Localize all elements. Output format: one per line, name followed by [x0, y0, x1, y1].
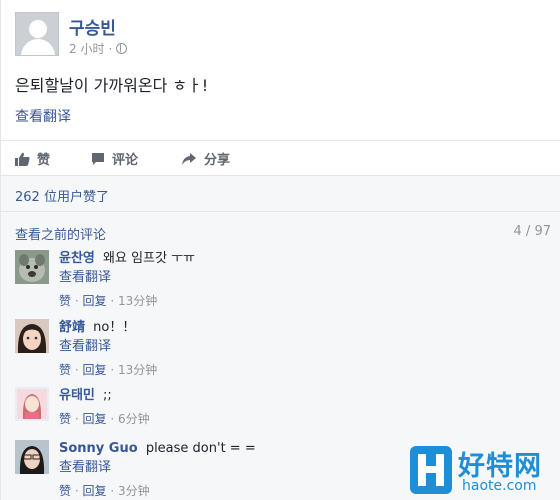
comment-button[interactable]: 评论 [91, 149, 138, 168]
girl-photo-avatar[interactable] [15, 440, 49, 474]
comment-item: 윤찬영 왜요 임프갓 ㅜㅠ 查看翻译 赞 · 回复 · 13分钟 [15, 250, 555, 320]
speech-bubble-icon [92, 152, 104, 165]
haote-logo-icon [410, 446, 452, 494]
post-action-bar: 赞 评论 分享 [1, 140, 560, 176]
comment-footer: 赞 · 回复 · 13分钟 [59, 292, 195, 310]
comment-like-link[interactable]: 赞 [59, 363, 71, 377]
likes-summary: 262 位用户赞了 [1, 176, 560, 212]
thumbs-up-icon [15, 152, 30, 166]
comment-text: no！！ [93, 320, 136, 335]
comment-author[interactable]: 舒靖 [59, 320, 85, 335]
footer-separator: · [110, 363, 115, 377]
comment-like-link[interactable]: 赞 [59, 294, 71, 308]
comment-text: ;; [103, 388, 112, 403]
comment-count: 4 / 97 [513, 224, 551, 239]
share-button-label: 分享 [204, 153, 231, 168]
like-button[interactable]: 赞 [15, 149, 50, 168]
girl-photo-avatar[interactable] [15, 319, 49, 353]
girl-illustration-avatar[interactable] [15, 387, 49, 421]
comment-item: 舒靖 no！！ 查看翻译 赞 · 回复 · 13分钟 [15, 319, 555, 389]
facebook-post: 구승빈 2 小时 · 은퇴할날이 가까워온다 ㅎㅏ! 查看翻译 赞 评论 分享 … [0, 0, 560, 500]
comment-time[interactable]: 13分钟 [118, 294, 157, 308]
like-button-label: 赞 [37, 153, 51, 168]
globe-icon[interactable] [116, 43, 128, 54]
post-meta: 2 小时 · [69, 40, 128, 57]
comment-reply-link[interactable]: 回复 [83, 363, 107, 377]
footer-separator: · [74, 294, 79, 308]
comment-time[interactable]: 6分钟 [118, 412, 150, 426]
share-arrow-icon [182, 152, 196, 165]
comment-author[interactable]: 유태민 [59, 388, 95, 403]
footer-separator: · [110, 412, 115, 426]
post-text: 은퇴할날이 가까워온다 ㅎㅏ! [15, 76, 209, 95]
comment-button-label: 评论 [112, 153, 139, 168]
comment-like-link[interactable]: 赞 [59, 484, 71, 498]
comment-footer: 赞 · 回复 · 13分钟 [59, 361, 157, 379]
comment-text: please don't = = [145, 441, 256, 456]
footer-separator: · [74, 363, 79, 377]
poster-name[interactable]: 구승빈 [69, 14, 116, 39]
share-button[interactable]: 分享 [181, 149, 230, 168]
comment-like-link[interactable]: 赞 [59, 412, 71, 426]
footer-separator: · [74, 412, 79, 426]
footer-separator: · [74, 484, 79, 498]
footer-separator: · [110, 484, 115, 498]
footer-separator: · [110, 294, 115, 308]
comment-reply-link[interactable]: 回复 [83, 484, 107, 498]
comment-see-translation[interactable]: 查看翻译 [59, 269, 195, 287]
comment-author[interactable]: 윤찬영 [59, 251, 95, 266]
likes-count-link[interactable]: 262 位用户赞了 [15, 186, 109, 205]
comment-see-translation[interactable]: 查看翻译 [59, 338, 157, 356]
post-time[interactable]: 2 小时 [69, 40, 104, 57]
dog-photo-avatar[interactable] [15, 250, 49, 284]
meta-separator: · [108, 41, 113, 56]
comment-time[interactable]: 13分钟 [118, 363, 157, 377]
see-translation-link[interactable]: 查看翻译 [15, 106, 71, 126]
comment-author[interactable]: Sonny Guo [59, 441, 138, 456]
poster-avatar[interactable] [15, 12, 59, 56]
watermark-logo: 好特网 haote.com [410, 444, 560, 500]
watermark-en-text: haote.com [462, 478, 537, 494]
comment-footer: 赞 · 回复 · 3分钟 [59, 482, 256, 500]
comment-reply-link[interactable]: 回复 [83, 412, 107, 426]
comment-footer: 赞 · 回复 · 6分钟 [59, 410, 150, 428]
comment-reply-link[interactable]: 回复 [83, 294, 107, 308]
view-previous-comments-link[interactable]: 查看之前的评论 [15, 224, 106, 243]
comment-time[interactable]: 3分钟 [118, 484, 150, 498]
comment-see-translation[interactable]: 查看翻译 [59, 459, 256, 477]
comment-text: 왜요 임프갓 ㅜㅠ [103, 251, 196, 266]
